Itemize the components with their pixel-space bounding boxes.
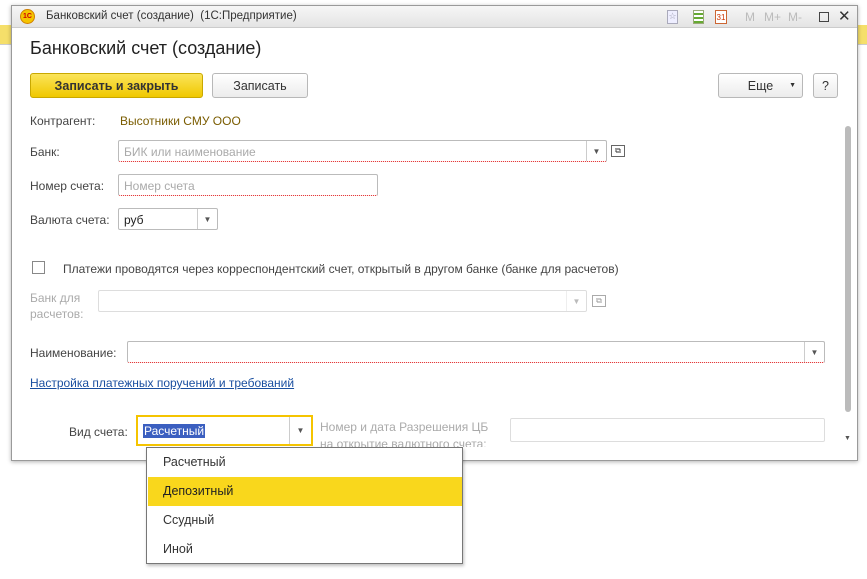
corr-account-checkbox-label[interactable]: Платежи проводятся через корреспондентск… [63,262,619,276]
account-type-value: Расчетный [143,424,206,438]
window-title: Банковский счет (создание) (1С:Предприят… [46,10,297,22]
chevron-down-icon[interactable]: ▼ [804,342,824,362]
permit-label-line2: на открытие валютного счета: [320,437,487,447]
chevron-down-icon[interactable]: ▼ [197,209,217,229]
settlement-bank-label-line2: расчетов: [30,307,84,321]
account-type-dropdown: Расчетный Депозитный Ссудный Иной [146,447,463,564]
dropdown-option[interactable]: Иной [148,535,462,564]
counterparty-value[interactable]: Высотники СМУ ООО [120,114,241,128]
calendar-icon[interactable]: 31 [715,10,727,24]
corr-account-checkbox[interactable] [32,261,45,274]
memory-m-button[interactable]: M [745,10,755,24]
title-bar[interactable]: 1C Банковский счет (создание) (1С:Предпр… [12,6,857,28]
bank-input[interactable]: БИК или наименование ▼ [118,140,607,162]
name-label: Наименование: [30,346,117,360]
account-number-label: Номер счета: [30,179,105,193]
open-icon[interactable]: ⧉ [592,295,606,307]
dropdown-option-highlighted[interactable]: Депозитный [148,477,462,506]
account-number-input[interactable]: Номер счета [118,174,378,196]
more-button[interactable]: Еще ▼ [718,73,803,98]
settlement-bank-label-line1: Банк для [30,291,81,305]
memory-minus-button[interactable]: M- [788,10,802,24]
memory-plus-button[interactable]: M+ [764,10,781,24]
open-icon[interactable]: ⧉ [611,145,625,157]
more-label: Еще [747,78,774,93]
dropdown-option[interactable]: Ссудный [148,506,462,535]
help-button[interactable]: ? [813,73,838,98]
name-input[interactable]: ▼ [127,341,825,363]
save-button[interactable]: Записать [212,73,308,98]
account-type-select[interactable]: Расчетный ▼ [136,415,313,446]
1c-logo-icon: 1C [20,9,35,24]
settlement-bank-input[interactable]: ▼ [98,290,587,312]
chevron-down-icon: ▼ [789,82,796,89]
currency-label: Валюта счета: [30,213,110,227]
page-title: Банковский счет (создание) [30,38,262,58]
calculator-icon[interactable] [693,10,704,24]
chevron-down-icon[interactable]: ▼ [586,141,606,161]
bank-label: Банк: [30,145,60,159]
scroll-down-icon[interactable]: ▼ [844,435,851,442]
currency-select[interactable]: руб ▼ [118,208,218,230]
scrollbar-thumb[interactable] [845,126,851,412]
favorite-icon[interactable]: ☆ [667,10,678,24]
save-and-close-button[interactable]: Записать и закрыть [30,73,203,98]
dropdown-option[interactable]: Расчетный [148,448,462,477]
account-number-placeholder: Номер счета [124,179,195,193]
account-type-label: Вид счета: [69,425,128,439]
chevron-down-icon[interactable]: ▼ [566,291,586,311]
bank-placeholder: БИК или наименование [124,145,256,159]
maximize-icon[interactable] [819,12,829,22]
permit-input[interactable] [510,418,825,442]
currency-value: руб [124,213,144,227]
scrollbar[interactable]: ▼ [844,126,852,442]
chevron-down-icon[interactable]: ▼ [289,417,311,444]
permit-label-line1: Номер и дата Разрешения ЦБ [320,420,489,434]
counterparty-label: Контрагент: [30,114,96,128]
payment-settings-link[interactable]: Настройка платежных поручений и требован… [30,376,294,390]
close-icon[interactable]: ✕ [838,7,851,25]
